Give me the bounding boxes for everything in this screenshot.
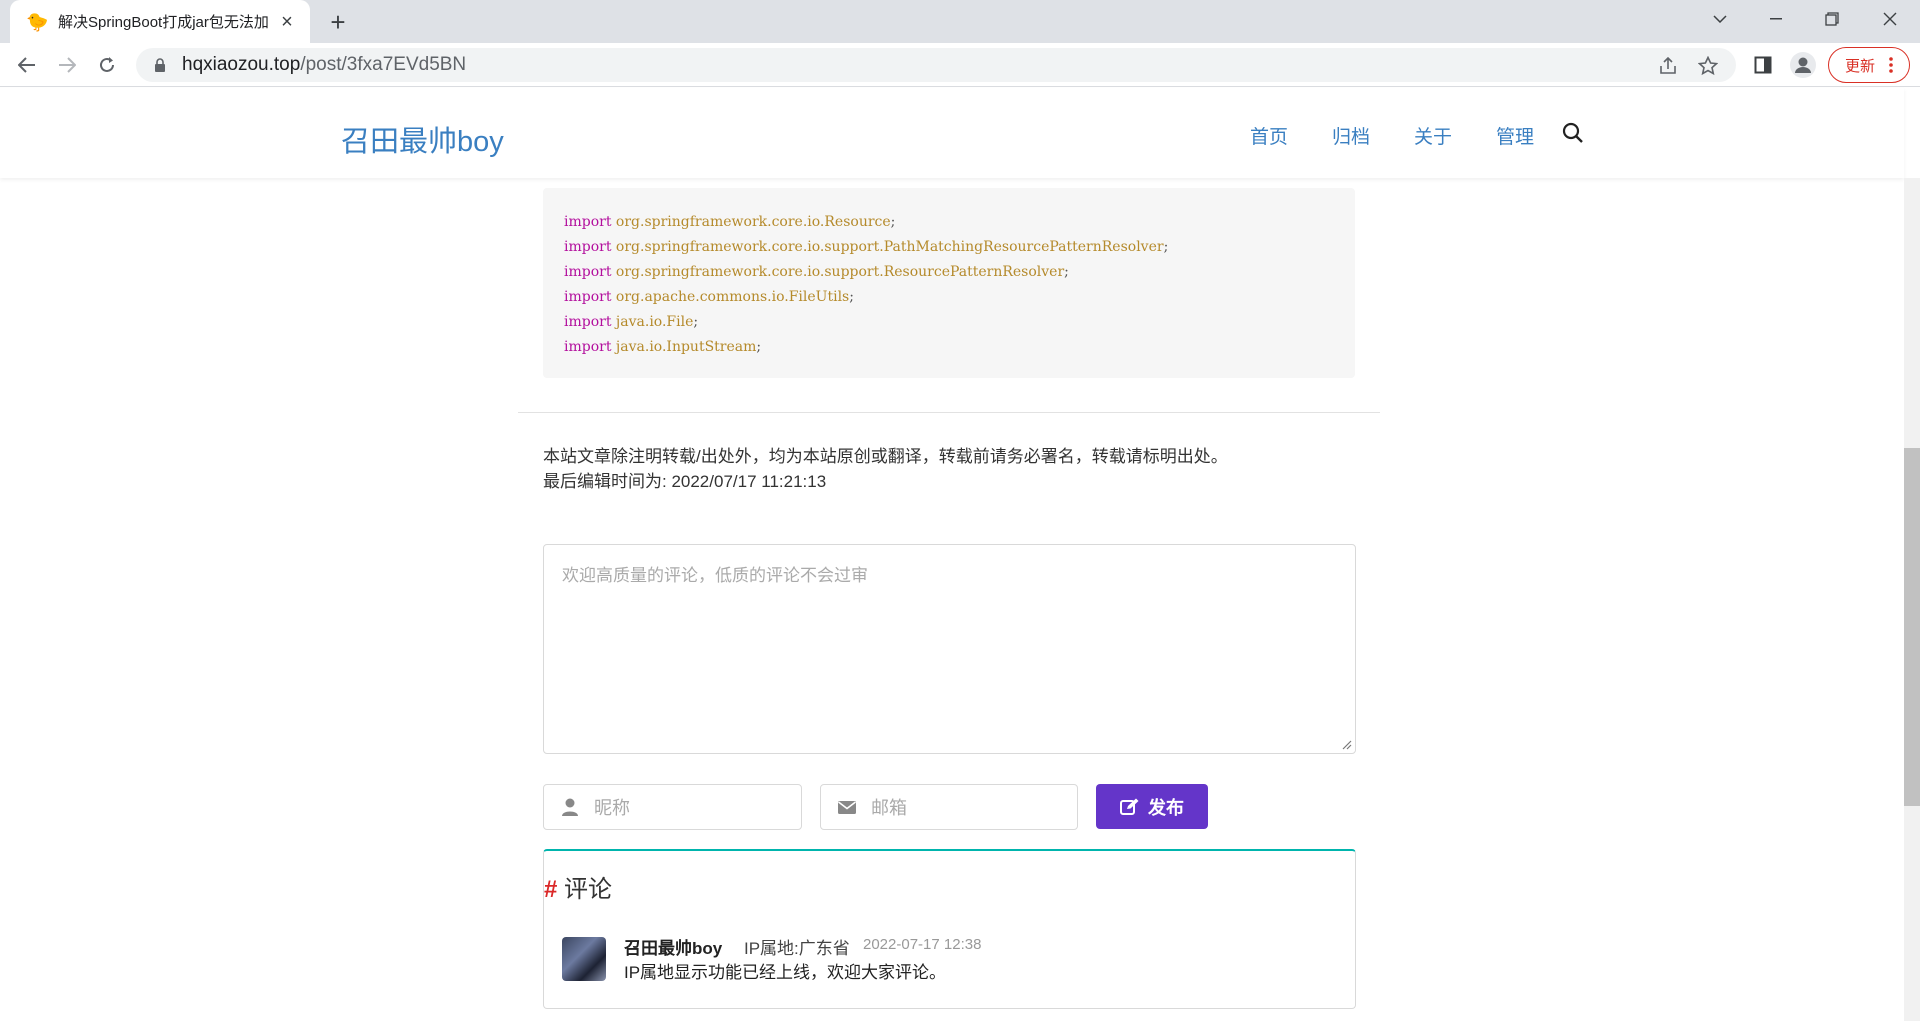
nav-about[interactable]: 关于 bbox=[1414, 122, 1452, 149]
nav-archive[interactable]: 归档 bbox=[1332, 122, 1370, 149]
browser-toolbar: hqxiaozou.top/post/3fxa7EVd5BN 更新 bbox=[0, 43, 1920, 87]
article-footer: 本站文章除注明转载/出处外，均为本站原创或翻译，转载前请务必署名，转载请标明出处… bbox=[543, 444, 1228, 494]
comment-ip-location: IP属地:广东省 bbox=[744, 939, 850, 958]
close-window-button[interactable] bbox=[1862, 0, 1918, 38]
search-icon[interactable] bbox=[1562, 122, 1584, 144]
browser-tabstrip: 🐤 解决SpringBoot打成jar包无法加 × + bbox=[0, 0, 1920, 43]
site-header: 召田最帅boy 首页 归档 关于 管理 bbox=[0, 88, 1904, 178]
email-field[interactable]: 邮箱 bbox=[820, 784, 1078, 830]
avatar[interactable] bbox=[562, 937, 606, 981]
duck-favicon-icon: 🐤 bbox=[26, 11, 49, 32]
comment-text: IP属地显示功能已经上线，欢迎大家评论。 bbox=[624, 963, 947, 982]
copyright-notice: 本站文章除注明转载/出处外，均为本站原创或翻译，转载前请务必署名，转载请标明出处… bbox=[543, 447, 1228, 466]
code-line: import org.springframework.core.io.suppo… bbox=[564, 264, 1069, 280]
user-icon bbox=[562, 798, 578, 816]
update-button[interactable]: 更新 bbox=[1828, 47, 1910, 83]
close-tab-icon[interactable]: × bbox=[276, 11, 298, 33]
url-text: hqxiaozou.top/post/3fxa7EVd5BN bbox=[182, 54, 467, 75]
sidebar-icon[interactable] bbox=[1748, 50, 1778, 80]
restore-button[interactable] bbox=[1804, 0, 1860, 38]
tab-title: 解决SpringBoot打成jar包无法加 bbox=[58, 14, 269, 31]
back-button[interactable] bbox=[12, 50, 42, 80]
email-placeholder: 邮箱 bbox=[871, 798, 907, 818]
site-logo[interactable]: 召田最帅boy bbox=[341, 118, 504, 160]
comment-author[interactable]: 召田最帅boy bbox=[624, 934, 722, 959]
nav-home[interactable]: 首页 bbox=[1250, 122, 1288, 149]
profile-avatar-icon[interactable] bbox=[1788, 50, 1818, 80]
code-block: import org.springframework.core.io.Resou… bbox=[543, 188, 1355, 378]
comment-time: 2022-07-17 12:38 bbox=[863, 936, 982, 953]
new-tab-button[interactable]: + bbox=[324, 8, 352, 36]
bookmark-star-icon[interactable] bbox=[1696, 54, 1720, 78]
last-edited: 最后编辑时间为: 2022/07/17 11:21:13 bbox=[543, 472, 827, 491]
code-line: import java.io.File; bbox=[564, 314, 699, 330]
resize-grip-icon[interactable] bbox=[1342, 740, 1352, 750]
code-line: import org.springframework.core.io.Resou… bbox=[564, 214, 896, 230]
comments-title: # 评论 bbox=[544, 876, 613, 903]
edit-icon bbox=[1120, 798, 1139, 815]
code-line: import org.springframework.core.io.suppo… bbox=[564, 239, 1169, 255]
code-line: import org.apache.commons.io.FileUtils; bbox=[564, 289, 854, 305]
share-icon[interactable] bbox=[1656, 54, 1680, 78]
reload-button[interactable] bbox=[92, 50, 122, 80]
lock-icon bbox=[155, 58, 165, 72]
minimize-button[interactable] bbox=[1748, 0, 1804, 38]
browser-tab[interactable]: 🐤 解决SpringBoot打成jar包无法加 × bbox=[10, 0, 310, 43]
page-scrollbar-thumb[interactable] bbox=[1904, 448, 1920, 806]
address-bar[interactable]: hqxiaozou.top/post/3fxa7EVd5BN bbox=[136, 48, 1736, 82]
comment-placeholder: 欢迎高质量的评论，低质的评论不会过审 bbox=[562, 566, 868, 585]
nickname-field[interactable]: 昵称 bbox=[543, 784, 802, 830]
more-menu-icon bbox=[1889, 57, 1893, 73]
code-line: import java.io.InputStream; bbox=[564, 339, 762, 355]
nav-admin[interactable]: 管理 bbox=[1496, 122, 1534, 149]
comment-textarea[interactable]: 欢迎高质量的评论，低质的评论不会过审 bbox=[543, 544, 1356, 754]
comments-section: # 评论 召田最帅boy IP属地:广东省 2022-07-17 12:38 I… bbox=[543, 849, 1356, 1009]
forward-button[interactable] bbox=[52, 50, 82, 80]
publish-button[interactable]: 发布 bbox=[1096, 784, 1208, 829]
tab-search-chevron-icon[interactable] bbox=[1692, 0, 1748, 38]
nickname-placeholder: 昵称 bbox=[594, 798, 630, 818]
divider bbox=[518, 412, 1380, 413]
envelope-icon bbox=[838, 801, 856, 814]
